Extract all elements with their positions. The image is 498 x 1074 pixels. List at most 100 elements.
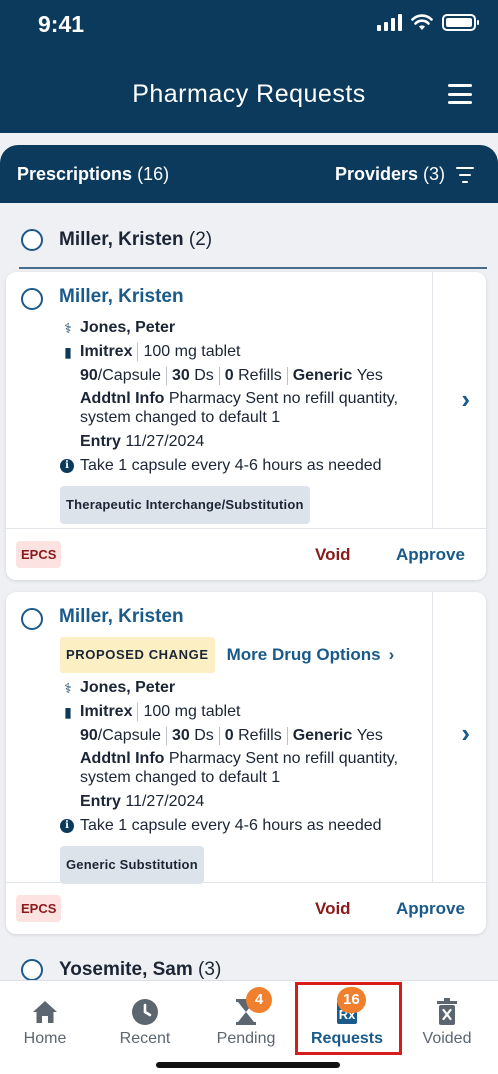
prescription-card[interactable]: Miller, Kristen PROPOSED CHANGE More Dru… [6,592,486,934]
card-divider [432,272,433,528]
entry-date: 11/27/2024 [125,433,205,450]
entry-label: Entry [80,793,121,810]
quantity-value: 90 [80,727,98,744]
card-footer: EPCS Void Approve [6,528,486,580]
group-title: Miller, Kristen (2) [59,229,212,251]
substitution-tag: Therapeutic Interchange/Substitution [60,486,310,524]
prescription-card[interactable]: Miller, Kristen ⚕ Jones, Peter ▮ Imitrex… [6,272,486,580]
stethoscope-icon: ⚕ [64,320,72,336]
status-bar: 9:41 [0,0,498,52]
entry-label: Entry [80,433,121,450]
generic-label: Generic [292,727,353,744]
hamburger-menu-icon[interactable] [448,84,472,104]
sig-text: Take 1 capsule every 4-6 hours as needed [80,817,382,834]
status-icons [377,14,479,31]
highlight-box [295,982,402,1055]
tab-voided-label: Voided [422,1030,472,1047]
group-divider [19,267,487,269]
prescriptions-label: Prescriptions [17,164,133,184]
app-header: 9:41 Pharmacy Requests [0,0,498,133]
group-select-radio[interactable] [21,959,43,980]
quantity-row: 90 /Capsule 30 Ds 0 Refills Generic Yes [60,364,426,388]
provider-name: Jones, Peter [80,319,176,336]
info-icon: i [60,819,74,833]
patient-name: Miller, Kristen [59,606,184,627]
providers-count: (3) [423,164,445,184]
filter-icon[interactable] [455,166,475,183]
sig-text: Take 1 capsule every 4-6 hours as needed [80,457,382,474]
entry-row: Entry 11/27/2024 [60,430,426,454]
wifi-icon [411,14,433,30]
days-unit: Ds [194,727,214,744]
providers-label: Providers [334,164,418,184]
more-drug-options-label: More Drug Options [226,645,381,664]
days-value: 30 [171,367,190,384]
pending-count-badge: 4 [246,987,272,1013]
drug-row: ▮ Imitrex 100 mg tablet [60,700,426,724]
tab-home-label: Home [23,1030,67,1047]
quantity-row: 90 /Capsule 30 Ds 0 Refills Generic Yes [60,724,426,748]
proposed-change-row: PROPOSED CHANGE More Drug Options › [60,637,426,673]
substitution-tag: Generic Substitution [60,846,204,884]
days-unit: Ds [194,367,214,384]
status-time: 9:41 [38,11,85,37]
chevron-right-icon[interactable]: › [461,384,470,415]
refills-value: 0 [224,367,234,384]
patient-group-header[interactable]: Yosemite, Sam (3) [0,938,498,980]
group-title: Yosemite, Sam (3) [59,959,221,980]
group-name: Yosemite, Sam [59,959,193,980]
battery-icon [442,14,479,31]
additional-info: Addtnl Info Pharmacy Sent no refill quan… [60,749,426,787]
pill-bottle-icon: ▮ [64,344,72,360]
patient-name: Miller, Kristen [59,286,184,307]
group-count: (3) [198,959,222,980]
bottom-tab-bar: Home Recent Pending 4 Rx Requests 16 Voi… [0,980,498,1074]
provider-name: Jones, Peter [80,679,176,696]
chevron-right-small-icon: › [388,645,395,664]
group-count: (2) [188,229,213,250]
trash-icon [397,997,497,1027]
more-drug-options-link[interactable]: More Drug Options › [227,643,395,667]
info-label: Addtnl Info [80,390,165,407]
segment-bar: Prescriptions (16) Providers (3) [0,145,498,203]
drug-name: Imitrex [80,343,133,360]
drug-row: ▮ Imitrex 100 mg tablet [60,340,426,364]
generic-value: Yes [356,727,383,744]
approve-button[interactable]: Approve [396,899,465,919]
generic-label: Generic [292,367,353,384]
refills-value: 0 [224,727,234,744]
card-select-radio[interactable] [21,608,43,630]
patient-group-header[interactable]: Miller, Kristen (2) [0,207,498,269]
drug-dose: 100 mg tablet [143,343,241,360]
card-select-radio[interactable] [21,288,43,310]
tab-recent[interactable]: Recent [95,981,195,1055]
void-button[interactable]: Void [315,899,351,919]
cellular-signal-icon [377,14,402,31]
days-value: 30 [171,727,190,744]
prescriptions-tab[interactable]: Prescriptions (16) [17,164,169,185]
tab-home[interactable]: Home [0,981,95,1055]
sig-row: i Take 1 capsule every 4-6 hours as need… [60,454,426,478]
void-button[interactable]: Void [315,545,351,565]
providers-filter[interactable]: Providers (3) [335,164,475,185]
info-icon: i [60,459,74,473]
card-details: PROPOSED CHANGE More Drug Options › ⚕ Jo… [60,637,426,884]
chevron-right-icon[interactable]: › [461,718,470,749]
refills-unit: Refills [238,727,282,744]
tab-recent-label: Recent [119,1030,171,1047]
prescriptions-count: (16) [137,164,170,184]
sig-row: i Take 1 capsule every 4-6 hours as need… [60,814,426,838]
epcs-badge: EPCS [16,541,62,568]
tab-pending[interactable]: Pending 4 [196,981,296,1055]
generic-value: Yes [356,367,383,384]
approve-button[interactable]: Approve [396,545,465,565]
tab-voided[interactable]: Voided [397,981,497,1055]
quantity-unit: /Capsule [97,727,161,744]
group-select-radio[interactable] [21,229,43,251]
info-label: Addtnl Info [80,750,165,767]
quantity-unit: /Capsule [97,367,161,384]
refills-unit: Refills [238,367,282,384]
entry-row: Entry 11/27/2024 [60,790,426,814]
quantity-value: 90 [80,367,98,384]
tab-pending-label: Pending [216,1030,276,1047]
